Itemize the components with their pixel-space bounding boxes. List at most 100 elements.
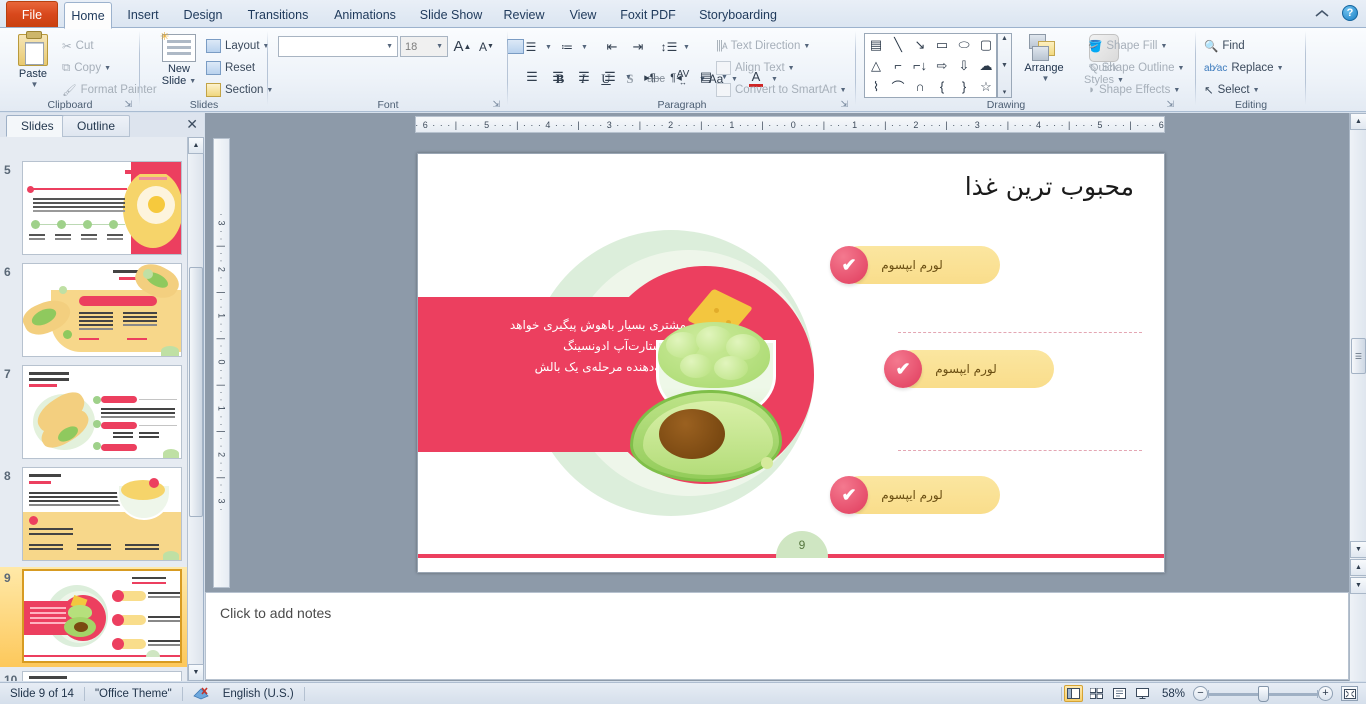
tab-view[interactable]: View <box>560 2 606 28</box>
columns-button[interactable]: ▤ <box>694 66 718 88</box>
tab-transitions[interactable]: Transitions <box>236 2 320 28</box>
scroll-down-icon[interactable]: ▼ <box>188 664 204 681</box>
text-direction-button[interactable]: |||ᴀ Text Direction ▼ <box>716 36 810 56</box>
shrink-font-button[interactable]: A ▼ <box>476 36 497 57</box>
paste-button[interactable]: Paste ▼ <box>10 31 56 89</box>
replace-dropdown-icon[interactable]: ▼ <box>1277 65 1284 72</box>
line-spacing-dropdown-icon[interactable]: ▼ <box>683 44 690 51</box>
slide-thumbnail[interactable] <box>22 671 182 681</box>
cut-button[interactable]: ✂ Cut <box>62 36 94 56</box>
scroll-up-icon[interactable]: ▲ <box>188 137 204 154</box>
shape-down-arrow-icon[interactable]: ⇩ <box>959 58 970 74</box>
previous-slide-button[interactable]: ▲ <box>1350 559 1366 576</box>
font-dialog-launcher[interactable]: ⇲ <box>492 99 500 110</box>
justify-button[interactable]: ☰ <box>598 66 622 88</box>
align-text-button[interactable]: Align Text ▼ <box>716 58 795 78</box>
slide-thumbnail[interactable] <box>22 263 182 357</box>
convert-to-smartart-button[interactable]: Convert to SmartArt ▼ <box>716 80 847 100</box>
clipboard-dialog-launcher[interactable]: ⇲ <box>124 99 132 110</box>
shapes-gallery-scrollbar[interactable]: ▲ ▼ ▾ <box>997 33 1012 98</box>
shape-arrow-icon[interactable]: ↘ <box>915 37 926 53</box>
shape-textbox-icon[interactable]: ▤ <box>870 37 882 53</box>
paragraph-dialog-launcher[interactable]: ⇲ <box>840 99 848 110</box>
shape-left-brace-icon[interactable]: { <box>940 79 944 94</box>
find-button[interactable]: 🔍 Find <box>1204 36 1245 56</box>
tab-outline[interactable]: Outline <box>62 115 131 137</box>
normal-view-icon[interactable] <box>1063 685 1083 702</box>
list-item[interactable]: 10 <box>0 669 188 681</box>
tab-home[interactable]: Home <box>64 2 112 29</box>
ltr-text-button[interactable]: ▸¶ <box>638 66 662 88</box>
font-size-input[interactable]: 18 ▼ <box>400 36 448 57</box>
select-dropdown-icon[interactable]: ▼ <box>1253 87 1260 94</box>
zoom-slider[interactable] <box>1208 685 1318 702</box>
select-button[interactable]: ↖ Select ▼ <box>1204 80 1260 100</box>
align-right-button[interactable]: ☰ <box>572 66 596 88</box>
shape-effects-dropdown-icon[interactable]: ▼ <box>1173 87 1180 94</box>
smartart-dropdown-icon[interactable]: ▼ <box>840 87 847 94</box>
layout-button[interactable]: Layout ▼ <box>206 36 269 56</box>
font-name-dropdown-icon[interactable]: ▼ <box>386 43 393 50</box>
justify-dropdown-icon[interactable]: ▼ <box>625 74 632 81</box>
font-size-dropdown-icon[interactable]: ▼ <box>436 43 443 50</box>
arrange-button[interactable]: Arrange ▼ <box>1016 34 1072 83</box>
spell-check-icon[interactable] <box>183 683 213 704</box>
shape-right-brace-icon[interactable]: } <box>962 79 966 94</box>
scrollbar-thumb[interactable]: ☰ <box>1351 338 1366 374</box>
shapes-gallery-more-icon[interactable]: ▾ <box>1003 88 1007 96</box>
scrollbar-thumb[interactable] <box>189 267 203 517</box>
fit-slide-icon[interactable] <box>1341 686 1358 701</box>
zoom-slider-handle[interactable] <box>1258 685 1269 702</box>
tab-design[interactable]: Design <box>176 2 230 28</box>
tab-slides[interactable]: Slides <box>6 115 69 137</box>
arrange-dropdown-icon[interactable]: ▼ <box>1042 74 1050 83</box>
align-text-dropdown-icon[interactable]: ▼ <box>788 65 795 72</box>
list-item[interactable]: 8 <box>0 465 188 565</box>
new-slide-dropdown-icon[interactable]: ▼ <box>189 78 196 85</box>
shapes-scroll-up-icon[interactable]: ▲ <box>1001 35 1008 42</box>
copy-dropdown-icon[interactable]: ▼ <box>104 65 111 72</box>
list-item[interactable]: 7 <box>0 363 188 463</box>
slide-thumbnail[interactable] <box>22 365 182 459</box>
text-direction-dropdown-icon[interactable]: ▼ <box>803 43 810 50</box>
zoom-out-button[interactable]: − <box>1193 686 1208 701</box>
increase-indent-button[interactable]: ⇥ <box>626 36 650 57</box>
shape-oval-icon[interactable]: ⬭ <box>958 37 969 53</box>
thumbnails-scrollbar[interactable]: ▲ ▼ <box>187 137 204 681</box>
shapes-scroll-down-icon[interactable]: ▼ <box>1001 62 1008 69</box>
close-panel-icon[interactable]: ✕ <box>186 116 198 133</box>
section-button[interactable]: Section ▼ <box>206 80 273 100</box>
align-center-button[interactable]: ☰ <box>546 66 570 88</box>
copy-button[interactable]: ⧉ Copy ▼ <box>62 58 111 78</box>
slide-thumbnails-list[interactable]: 5 6 7 8 9 10 <box>0 137 188 681</box>
line-spacing-button[interactable]: ↕☰ <box>658 36 680 57</box>
scroll-down-icon[interactable]: ▼ <box>1350 541 1366 558</box>
new-slide-button[interactable]: ✳ New Slide ▼ <box>154 31 204 87</box>
help-icon[interactable]: ? <box>1340 3 1360 23</box>
font-name-input[interactable]: ▼ <box>278 36 398 57</box>
minimize-ribbon-icon[interactable] <box>1312 3 1332 23</box>
shape-fill-dropdown-icon[interactable]: ▼ <box>1160 43 1167 50</box>
shape-outline-dropdown-icon[interactable]: ▼ <box>1178 65 1185 72</box>
shape-line-icon[interactable]: ╲ <box>894 37 902 53</box>
slide-thumbnail[interactable] <box>22 467 182 561</box>
avocado-guacamole-illustration[interactable] <box>614 282 814 482</box>
tab-foxit-pdf[interactable]: Foxit PDF <box>614 2 682 28</box>
shape-cloud-icon[interactable]: ☁ <box>980 58 993 74</box>
shape-star-icon[interactable]: ☆ <box>980 79 992 95</box>
slide-thumbnail[interactable] <box>22 161 182 255</box>
replace-button[interactable]: ab⁄ac Replace ▼ <box>1204 58 1284 78</box>
slide-sorter-icon[interactable] <box>1087 685 1106 702</box>
slide-indicator[interactable]: Slide 9 of 14 <box>0 683 84 704</box>
align-left-button[interactable]: ☰ <box>520 66 544 88</box>
drawing-dialog-launcher[interactable]: ⇲ <box>1166 99 1174 110</box>
slide-title[interactable]: محبوب ترین غذا <box>965 172 1134 201</box>
next-slide-button[interactable]: ▼ <box>1350 577 1366 594</box>
shape-rounded-rect-icon[interactable]: ▢ <box>980 37 992 53</box>
shape-rectangle-icon[interactable]: ▭ <box>936 37 948 53</box>
shape-fill-button[interactable]: 🪣 Shape Fill ▼ <box>1088 36 1167 56</box>
paste-dropdown-icon[interactable]: ▼ <box>31 80 39 89</box>
tab-file[interactable]: File <box>6 1 58 27</box>
notes-pane[interactable]: Click to add notes <box>205 592 1349 680</box>
tab-animations[interactable]: Animations <box>324 2 406 28</box>
